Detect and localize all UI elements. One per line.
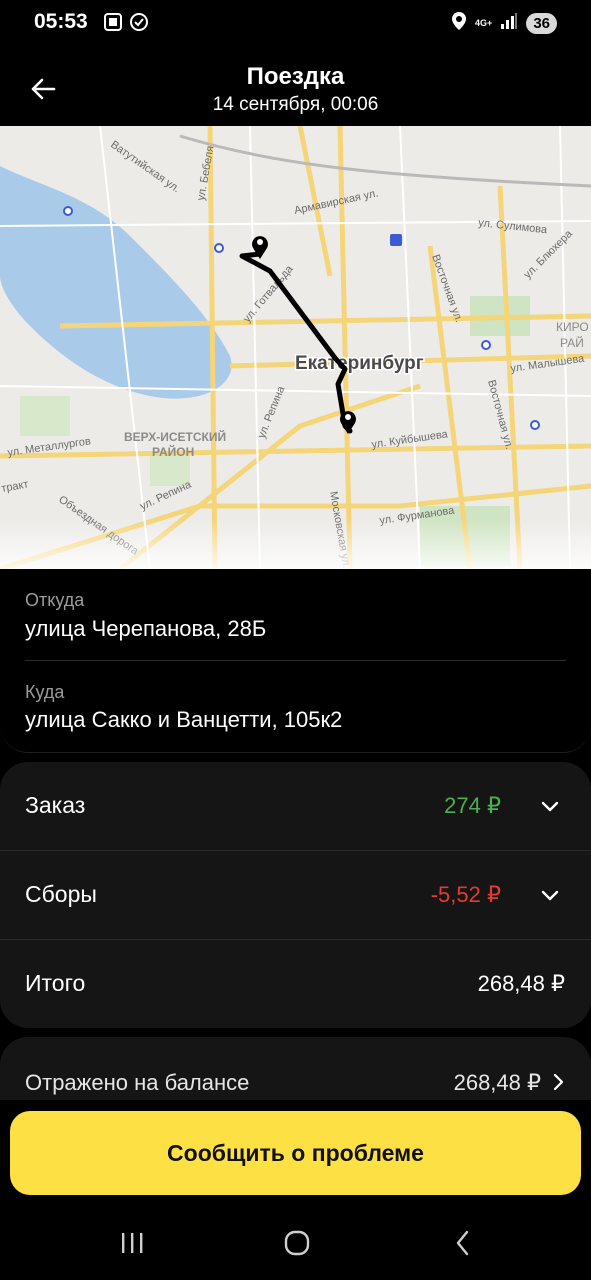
map-district-label: ВЕРХ-ИСЕТСКИЙ xyxy=(124,429,226,444)
map-city-label: Екатеринбург xyxy=(295,353,424,374)
price-card: Заказ 274 ₽ Сборы -5,52 ₽ Итого 268,48 ₽ xyxy=(0,762,591,1028)
map-street-label: тракт xyxy=(0,478,29,495)
network-label: 4G+ xyxy=(475,18,493,28)
report-problem-button[interactable]: Сообщить о проблеме xyxy=(10,1111,581,1195)
balance-label: Отражено на балансе xyxy=(25,1070,250,1095)
order-row[interactable]: Заказ 274 ₽ xyxy=(0,762,591,851)
to-address: улица Сакко и Ванцетти, 105к2 xyxy=(25,707,343,732)
status-time: 05:53 xyxy=(34,10,88,33)
balance-amount: 268,48 ₽ xyxy=(453,1070,541,1095)
map-street-label: Ватутийская ул. xyxy=(108,139,182,196)
map-street-label: ул. Сулимова xyxy=(478,217,549,236)
map-street-label: ул. Репина xyxy=(256,384,288,440)
system-nav-bar xyxy=(0,1217,591,1273)
signal-icon xyxy=(500,12,518,35)
header: Поездка 14 сентября, 00:06 xyxy=(0,46,591,126)
status-icons-right: 4G+ 36 xyxy=(451,11,557,36)
location-icon xyxy=(451,11,467,36)
chevron-right-icon xyxy=(549,1072,567,1092)
home-icon xyxy=(283,1229,311,1262)
from-label: Откуда xyxy=(25,590,85,610)
recent-apps-button[interactable] xyxy=(112,1229,152,1261)
train-station-icon xyxy=(390,234,402,246)
to-label: Куда xyxy=(25,682,65,702)
map-street-label: ул. Блюхера xyxy=(522,227,576,281)
chevron-left-icon xyxy=(453,1229,473,1262)
map-canvas: ул. Бебеля Ватутийская ул. Армавирская у… xyxy=(0,126,591,569)
route-divider xyxy=(25,660,566,661)
chevron-down-icon[interactable] xyxy=(539,884,561,906)
status-icons-left xyxy=(103,12,149,37)
end-pin-icon xyxy=(340,411,356,434)
map-district-label: РАЙ xyxy=(560,335,584,350)
screenshot-icon xyxy=(103,12,123,37)
bottom-area: Сообщить о проблеме xyxy=(0,1100,591,1280)
map-street-label: Армавирская ул. xyxy=(293,187,379,217)
from-address: улица Черепанова, 28Б xyxy=(25,616,267,641)
total-row: Итого 268,48 ₽ xyxy=(0,940,591,1029)
status-bar: 05:53 4G+ 36 xyxy=(0,0,591,46)
fees-amount: -5,52 ₽ xyxy=(430,882,501,907)
trip-route-line xyxy=(239,251,353,434)
system-back-button[interactable] xyxy=(443,1229,483,1261)
route-card: Откуда улица Черепанова, 28Б Куда улица … xyxy=(0,569,591,753)
check-circle-icon xyxy=(129,12,149,37)
map-district-label: РАЙОН xyxy=(152,444,194,459)
recent-apps-icon xyxy=(118,1231,146,1260)
trip-map[interactable]: ул. Бебеля Ватутийская ул. Армавирская у… xyxy=(0,126,591,569)
trip-datetime: 14 сентября, 00:06 xyxy=(212,94,379,115)
battery-badge: 36 xyxy=(526,13,557,34)
order-label: Заказ xyxy=(25,792,86,818)
total-amount: 268,48 ₽ xyxy=(477,971,565,996)
fees-row[interactable]: Сборы -5,52 ₽ xyxy=(0,851,591,940)
home-button[interactable] xyxy=(277,1229,317,1261)
map-fade xyxy=(0,519,591,569)
order-amount: 274 ₽ xyxy=(444,793,501,818)
total-label: Итого xyxy=(25,970,86,996)
fees-label: Сборы xyxy=(25,881,97,907)
chevron-down-icon[interactable] xyxy=(539,795,561,817)
map-district-label: КИРО xyxy=(556,320,589,334)
page-title: Поездка xyxy=(246,63,345,90)
map-street-label: ул. Бебеля xyxy=(195,145,216,202)
